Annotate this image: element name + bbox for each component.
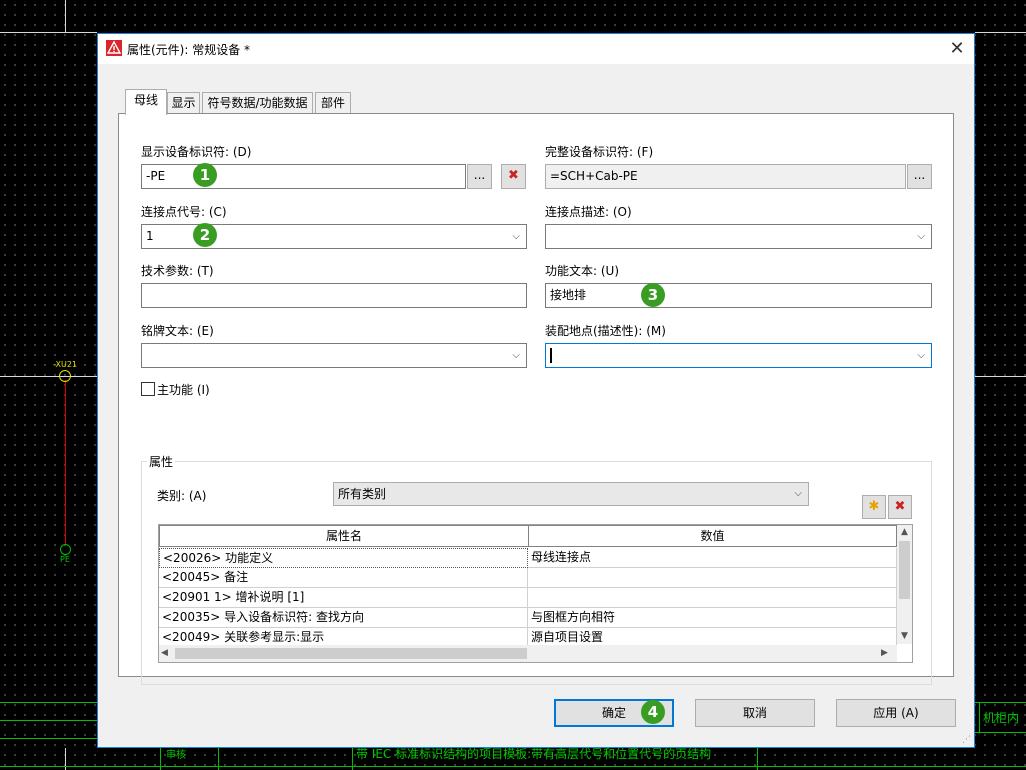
conn-description-combo[interactable]: ⌵ bbox=[545, 224, 932, 249]
table-cell-name[interactable]: <20035> 导入设备标识符: 查找方向 bbox=[159, 608, 528, 628]
title-bar: 属性(元件): 常规设备 * ✕ bbox=[98, 34, 974, 64]
step-badge-2: 2 bbox=[193, 223, 217, 247]
scroll-right-icon[interactable]: ▶ bbox=[881, 646, 893, 661]
cad-border-top-right bbox=[975, 32, 1026, 33]
cad-bottom-left-text: 审核 bbox=[166, 750, 186, 761]
function-text-value: 接地排 bbox=[550, 288, 587, 302]
delete-property-button[interactable]: ✖ bbox=[888, 495, 912, 519]
delete-icon: ✖ bbox=[508, 168, 519, 183]
main-function-label: 主功能 (I) bbox=[157, 383, 210, 397]
chevron-down-icon: ⌵ bbox=[917, 231, 925, 242]
close-button[interactable]: ✕ bbox=[940, 34, 974, 64]
table-cell-value[interactable] bbox=[528, 568, 897, 588]
tab-display[interactable]: 显示 bbox=[167, 92, 200, 113]
conn-designation-label: 连接点代号: (C) bbox=[141, 205, 227, 219]
step-badge-3: 3 bbox=[641, 283, 665, 307]
warning-icon bbox=[106, 40, 122, 56]
table-cell-name[interactable]: <20026> 功能定义 bbox=[159, 548, 528, 568]
properties-dialog: 属性(元件): 常规设备 * ✕ 母线 显示 符号数据/功能数据 部件 显示设备… bbox=[97, 33, 975, 748]
cad-connection-point-top bbox=[59, 370, 71, 382]
chevron-down-icon: ⌵ bbox=[512, 231, 520, 242]
cad-titleblock-line bbox=[0, 720, 97, 721]
chevron-down-icon: ⌵ bbox=[917, 350, 925, 361]
cad-titleblock-line bbox=[0, 702, 97, 703]
cad-border-top-left bbox=[0, 32, 97, 33]
new-star-icon: ✱ bbox=[868, 499, 880, 514]
table-cell-value[interactable]: 母线连接点 bbox=[528, 548, 897, 568]
function-text-input[interactable]: 接地排 bbox=[545, 283, 932, 308]
cad-titleblock-line bbox=[975, 732, 1026, 733]
text-cursor bbox=[550, 348, 552, 363]
chevron-down-icon: ⌵ bbox=[512, 350, 520, 361]
ellipsis-icon: ... bbox=[913, 168, 926, 182]
cad-titleblock-line bbox=[0, 766, 1026, 767]
cad-label-pe: PE bbox=[60, 555, 70, 564]
conn-description-label: 连接点描述: (O) bbox=[545, 205, 632, 219]
cancel-button[interactable]: 取消 bbox=[695, 699, 815, 727]
scroll-down-icon[interactable]: ▼ bbox=[897, 629, 912, 643]
horizontal-scroll-thumb[interactable] bbox=[175, 648, 527, 659]
scroll-up-icon[interactable]: ▲ bbox=[897, 525, 912, 539]
cad-busbar-wire bbox=[65, 380, 66, 545]
cad-crosshair-v-top bbox=[65, 0, 66, 33]
full-dt-browse-button[interactable]: ... bbox=[907, 164, 932, 189]
nameplate-text-combo[interactable]: ⌵ bbox=[141, 343, 527, 368]
cad-crosshair-h-right bbox=[975, 376, 1026, 377]
clear-dt-button[interactable]: ✖ bbox=[501, 164, 526, 189]
scroll-left-icon[interactable]: ◀ bbox=[161, 646, 173, 661]
cad-titleblock-line bbox=[0, 738, 97, 739]
main-function-checkbox[interactable] bbox=[141, 382, 155, 396]
step-badge-4: 4 bbox=[641, 700, 665, 724]
column-header-value[interactable]: 数值 bbox=[528, 525, 897, 547]
tab-symbol-function-data[interactable]: 符号数据/功能数据 bbox=[202, 92, 313, 113]
cad-crosshair-h-left bbox=[0, 376, 97, 377]
mounting-location-label: 装配地点(描述性): (M) bbox=[545, 324, 666, 338]
column-header-property-name[interactable]: 属性名 bbox=[159, 525, 529, 547]
chevron-down-icon: ⌵ bbox=[794, 488, 802, 499]
nameplate-text-label: 铭牌文本: (E) bbox=[141, 324, 214, 338]
table-cell-name[interactable]: <20045> 备注 bbox=[159, 568, 528, 588]
full-dt-value: =SCH+Cab-PE bbox=[550, 169, 638, 183]
apply-button[interactable]: 应用 (A) bbox=[836, 699, 956, 727]
conn-designation-value: 1 bbox=[146, 229, 154, 243]
resize-grip-icon[interactable]: ⋰ bbox=[962, 735, 972, 745]
full-dt-label: 完整设备标识符: (F) bbox=[545, 145, 654, 159]
table-cell-name[interactable]: <20901 1> 增补说明 [1] bbox=[159, 588, 528, 608]
cad-titleblock-line bbox=[975, 702, 1026, 703]
cad-connection-point-bottom bbox=[60, 544, 71, 555]
table-cell-value[interactable]: 与图框方向相符 bbox=[528, 608, 897, 628]
category-value: 所有类别 bbox=[338, 487, 387, 501]
category-select[interactable]: 所有类别 ⌵ bbox=[333, 482, 809, 506]
tab-panel: 显示设备标识符: (D) -PE 1 ... ✖ 完整设备标识符: (F) =S… bbox=[118, 113, 954, 685]
display-dt-label: 显示设备标识符: (D) bbox=[141, 145, 252, 159]
window-title: 属性(元件): 常规设备 * bbox=[127, 43, 251, 57]
cad-titleblock-line bbox=[979, 702, 980, 732]
display-dt-value: -PE bbox=[146, 169, 166, 183]
step-badge-1: 1 bbox=[193, 163, 217, 187]
display-dt-input[interactable]: -PE bbox=[141, 164, 466, 189]
category-label: 类别: (A) bbox=[157, 489, 207, 503]
browse-button[interactable]: ... bbox=[467, 164, 492, 189]
cad-right-text: 机柜内 bbox=[983, 711, 1020, 725]
vertical-scrollbar[interactable]: ▲ ▼ bbox=[897, 525, 912, 644]
ellipsis-icon: ... bbox=[473, 168, 486, 182]
mounting-location-combo[interactable]: ⌵ bbox=[545, 343, 932, 368]
tab-busbar[interactable]: 母线 bbox=[125, 89, 167, 115]
properties-group-title: 属性 bbox=[147, 453, 176, 470]
properties-table: 属性名 数值 <20026> 功能定义 母线连接点 <20045> 备注 <20… bbox=[158, 524, 913, 663]
table-cell-value[interactable] bbox=[528, 588, 897, 608]
vertical-scroll-thumb[interactable] bbox=[899, 541, 910, 599]
delete-icon: ✖ bbox=[894, 499, 906, 514]
full-dt-input[interactable]: =SCH+Cab-PE bbox=[545, 164, 906, 189]
new-property-button[interactable]: ✱ bbox=[862, 495, 886, 519]
function-text-label: 功能文本: (U) bbox=[545, 264, 620, 278]
tech-params-input[interactable] bbox=[141, 283, 527, 308]
tab-parts[interactable]: 部件 bbox=[315, 92, 351, 113]
close-icon: ✕ bbox=[949, 38, 965, 59]
tech-params-label: 技术参数: (T) bbox=[141, 264, 214, 278]
horizontal-scrollbar[interactable]: ◀ ▶ bbox=[159, 645, 897, 662]
cad-label-x1: -XU21 bbox=[53, 360, 78, 369]
